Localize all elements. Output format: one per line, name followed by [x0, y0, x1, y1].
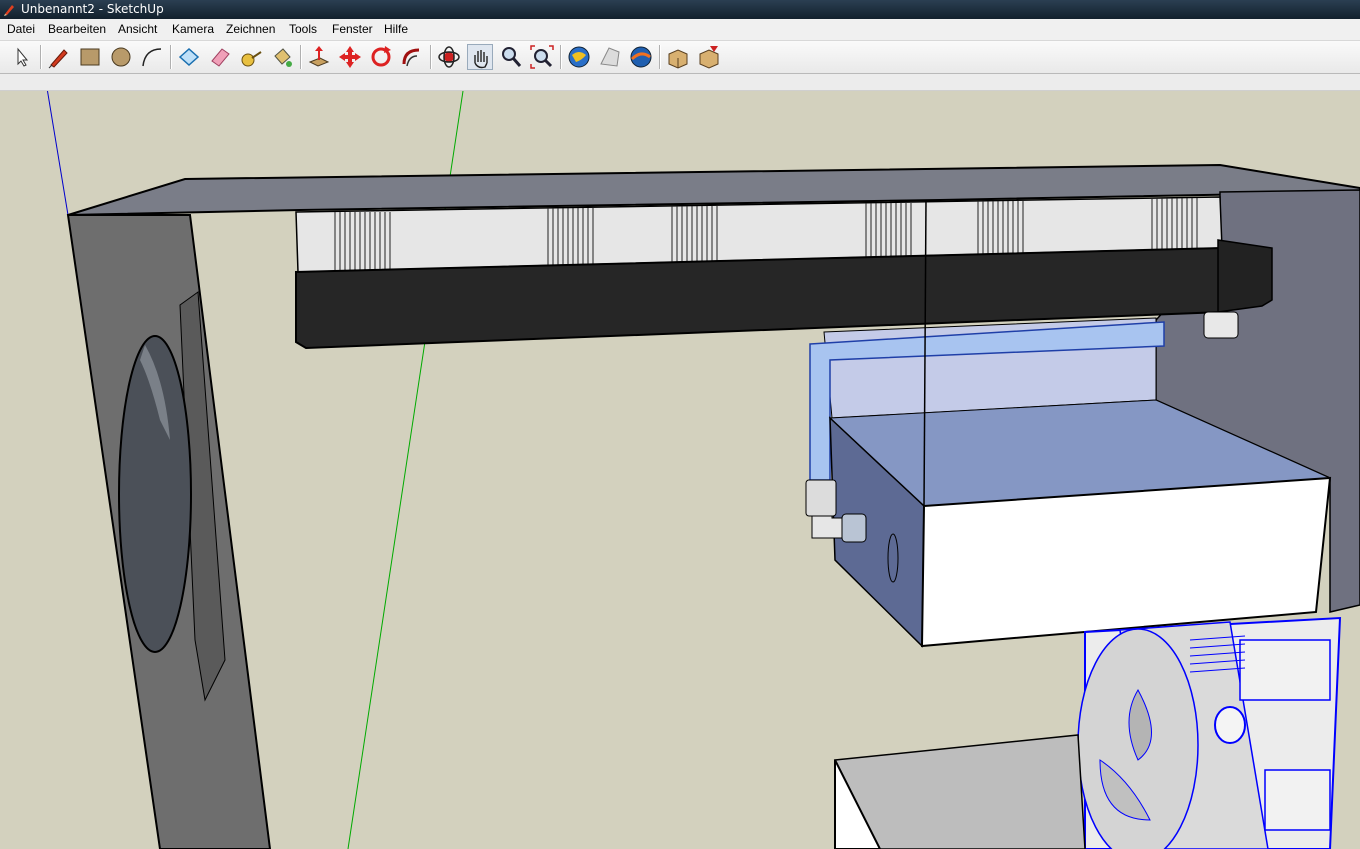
zoom-icon[interactable] — [498, 44, 524, 70]
toolbar-separator — [430, 45, 432, 69]
menu-hilfe[interactable]: Hilfe — [384, 22, 408, 36]
tube-fitting — [805, 479, 837, 517]
follow-me-icon[interactable] — [399, 44, 425, 70]
paint-bucket-icon[interactable] — [269, 44, 295, 70]
reservoir-box — [920, 476, 1332, 648]
model-scene — [46, 91, 1360, 849]
rotate-icon[interactable] — [368, 44, 394, 70]
eraser-icon[interactable] — [207, 44, 233, 70]
circle-icon[interactable] — [108, 44, 134, 70]
sketchup-pencil-icon — [4, 5, 14, 16]
arc-icon[interactable] — [139, 44, 165, 70]
bottom-shelf-top — [833, 734, 1086, 849]
pump-fan-assembly — [1077, 616, 1342, 849]
google-earth-icon[interactable] — [628, 44, 654, 70]
menu-tools[interactable]: Tools — [289, 22, 317, 36]
component-share-icon[interactable] — [696, 44, 722, 70]
toolbar-separator — [300, 45, 302, 69]
orbit-icon[interactable] — [436, 44, 462, 70]
main-toolbar — [0, 41, 1360, 74]
menu-kamera[interactable]: Kamera — [172, 22, 214, 36]
window-title: Unbenannt2 - SketchUp — [21, 2, 164, 16]
toolbar-separator — [40, 45, 42, 69]
tape-measure-icon[interactable] — [238, 44, 264, 70]
zoom-extents-icon[interactable] — [529, 44, 555, 70]
rectangle-icon[interactable] — [77, 44, 103, 70]
radiator-end-tank — [1217, 239, 1273, 313]
menu-ansicht[interactable]: Ansicht — [118, 22, 157, 36]
radiator-fitting — [1203, 311, 1239, 339]
make-component-icon[interactable] — [176, 44, 202, 70]
menu-zeichnen[interactable]: Zeichnen — [226, 22, 275, 36]
drawing-viewport[interactable] — [0, 91, 1360, 849]
move-icon[interactable] — [337, 44, 363, 70]
blue-axis-line — [46, 91, 69, 216]
toolbar-separator — [170, 45, 172, 69]
elbow-nut — [841, 513, 867, 543]
get-models-icon[interactable] — [566, 44, 592, 70]
select-arrow-icon[interactable] — [9, 44, 35, 70]
window-titlebar: Unbenannt2 - SketchUp — [0, 0, 1360, 19]
toolbar-strip — [0, 74, 1360, 91]
push-pull-icon[interactable] — [306, 44, 332, 70]
pencil-line-icon[interactable] — [46, 44, 72, 70]
menu-bearbeiten[interactable]: Bearbeiten — [48, 22, 106, 36]
share-model-icon[interactable] — [597, 44, 623, 70]
menu-bar: Datei Bearbeiten Ansicht Kamera Zeichnen… — [0, 19, 1360, 41]
pan-hand-icon[interactable] — [467, 44, 493, 70]
toolbar-separator — [659, 45, 661, 69]
component-open-icon[interactable] — [665, 44, 691, 70]
menu-fenster[interactable]: Fenster — [332, 22, 373, 36]
menu-datei[interactable]: Datei — [7, 22, 35, 36]
toolbar-separator — [560, 45, 562, 69]
